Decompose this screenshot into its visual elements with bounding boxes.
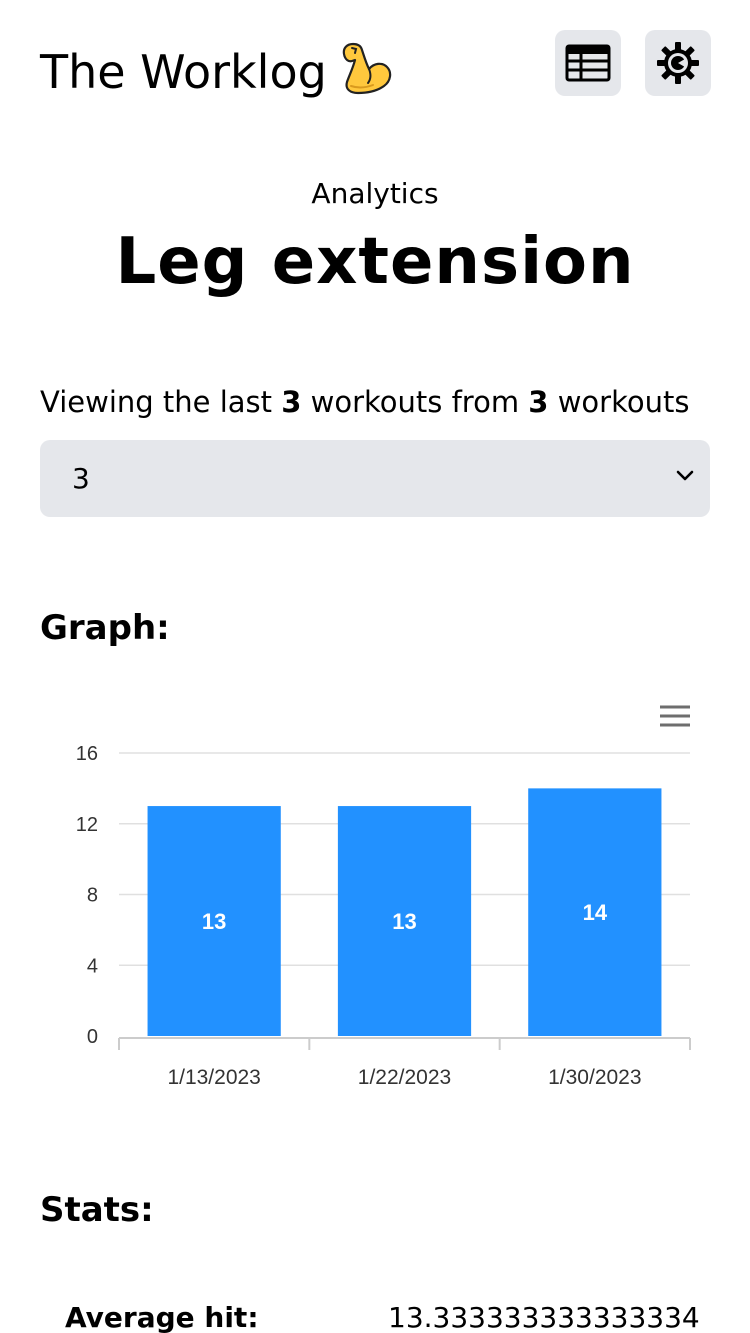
- average-hit-value: 13.333333333333334: [388, 1301, 700, 1333]
- viewing-count-total: 3: [528, 385, 549, 419]
- gear-icon: [657, 42, 699, 84]
- average-hit-label: Average hit:: [65, 1301, 259, 1333]
- stats-section-title: Stats:: [40, 1190, 154, 1230]
- select-value: 3: [72, 462, 90, 495]
- x-tick-label-1/13/2023: 1/13/2023: [167, 1066, 260, 1089]
- data-label-1/13/2023: 13: [202, 909, 226, 934]
- app-title: The Worklog: [40, 38, 395, 108]
- flexed-biceps-icon: [337, 38, 395, 108]
- y-tick-label-8: 8: [87, 885, 98, 907]
- viewing-summary: Viewing the last 3 workouts from 3 worko…: [40, 382, 689, 422]
- table-view-button[interactable]: [555, 30, 621, 96]
- viewing-suffix: workouts: [557, 385, 690, 419]
- analytics-page: The Worklog Analytics Leg extension View…: [0, 0, 750, 1333]
- data-label-1/22/2023: 13: [392, 909, 416, 934]
- y-tick-label-4: 4: [87, 955, 98, 977]
- workout-count-select[interactable]: 3: [40, 440, 710, 517]
- chevron-down-icon: [676, 470, 694, 481]
- y-tick-label-0: 0: [87, 1026, 98, 1048]
- header: The Worklog: [40, 30, 711, 99]
- viewing-prefix: Viewing the last: [40, 385, 272, 419]
- y-tick-label-16: 16: [76, 743, 98, 765]
- bar-chart: 0 4 8 12 16 13 1/13/2023 13 1/22/2023 14 1/30/2023: [40, 690, 710, 1110]
- settings-button[interactable]: [645, 30, 711, 96]
- viewing-middle: workouts from: [310, 385, 520, 419]
- table-icon: [565, 44, 611, 82]
- page-title: Leg extension: [115, 225, 635, 299]
- x-tick-label-1/22/2023: 1/22/2023: [358, 1066, 451, 1089]
- hamburger-menu-icon[interactable]: [660, 705, 690, 727]
- y-tick-label-12: 12: [76, 814, 98, 836]
- chart-svg: 0 4 8 12 16 13 1/13/2023 13 1/22/2023 14 1/30/2023: [76, 705, 691, 1089]
- data-label-1/30/2023: 14: [583, 900, 608, 925]
- app-title-text: The Worklog: [40, 45, 327, 99]
- viewing-count-shown: 3: [281, 385, 302, 419]
- graph-section-title: Graph:: [40, 608, 170, 648]
- x-tick-label-1/30/2023: 1/30/2023: [548, 1066, 641, 1089]
- page-subtitle: Analytics: [311, 177, 439, 210]
